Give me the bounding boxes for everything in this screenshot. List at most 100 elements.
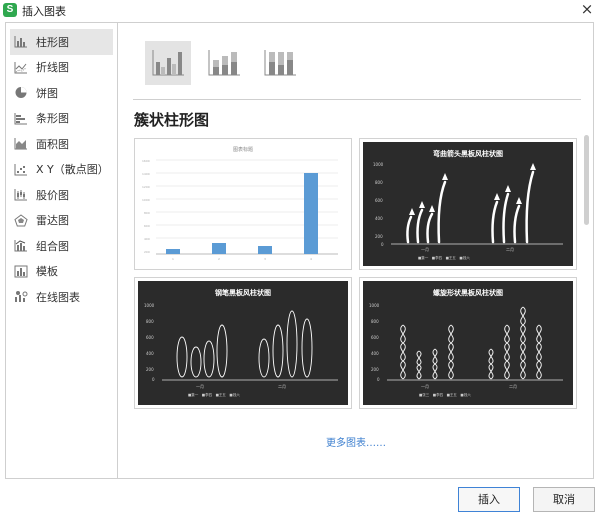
sidebar-item-line[interactable]: 折线图 — [10, 55, 113, 81]
svg-text:200: 200 — [146, 367, 154, 372]
sidebar-item-label: 股价图 — [36, 188, 69, 202]
sidebar-item-label: 条形图 — [36, 112, 69, 126]
svg-text:800: 800 — [371, 319, 379, 324]
svg-text:一月: 一月 — [421, 247, 429, 252]
title-bar: S 插入图表 × — [0, 0, 600, 20]
svg-text:600: 600 — [371, 335, 379, 340]
stacked-column-icon — [208, 50, 240, 76]
sidebar-item-label: 饼图 — [36, 86, 58, 100]
svg-text:200: 200 — [375, 234, 383, 239]
percent-stacked-column-icon — [264, 50, 296, 76]
svg-text:■集一 ■李四 ■王五 ■钱六: ■集一 ■李四 ■王五 ■钱六 — [418, 255, 470, 260]
svg-text:200: 200 — [371, 367, 379, 372]
wps-spreadsheet-icon: S — [3, 3, 17, 17]
sidebar-item-label: 面积图 — [36, 137, 69, 151]
pie-chart-icon — [15, 87, 27, 98]
svg-text:二月: 二月 — [278, 384, 286, 389]
chart-template-curved-arrow[interactable]: 弯曲箭头黑板风柱状图 1000 800 600 400 200 0 一月 二月 ■集一 ■李… — [359, 138, 577, 270]
column-chart-icon — [14, 36, 27, 48]
svg-text:400: 400 — [144, 237, 150, 241]
sidebar-item-label: 折线图 — [36, 61, 69, 75]
stock-chart-icon — [14, 189, 27, 201]
svg-text:400: 400 — [146, 351, 154, 356]
close-button[interactable]: × — [576, 0, 598, 20]
svg-text:1000: 1000 — [369, 303, 380, 308]
chart-template-spiral[interactable]: 螺旋形状黑板风柱状图 10008006004002000 一月二月 — [359, 277, 577, 409]
sidebar-item-radar[interactable]: 雷达图 — [10, 208, 113, 234]
svg-text:1000: 1000 — [144, 303, 155, 308]
chart-type-sidebar: 柱形图 折线图 饼图 条形图 面积图 X Y（散点图） 股价图 雷达图 组合图 … — [6, 23, 118, 478]
svg-text:1400: 1400 — [142, 172, 150, 176]
sidebar-item-template[interactable]: 模板 — [10, 259, 113, 285]
svg-text:600: 600 — [144, 224, 150, 228]
thumbnail-preview: 1000 800 600 400 200 0 一月 二月 ■集一 ■李四 ■王五 ■钱六 — [144, 303, 338, 397]
clustered-column-icon — [152, 50, 184, 76]
thumbnail-canvas: 弯曲箭头黑板风柱状图 1000 800 600 400 200 0 一月 二月 ■集一 ■李… — [363, 142, 573, 266]
sidebar-item-label: 在线图表 — [36, 290, 80, 304]
gallery-scrollbar[interactable] — [584, 135, 589, 225]
combo-chart-icon — [14, 240, 27, 252]
chart-template-plain[interactable]: 图表标题 1600140012001000 800600400200 — [134, 138, 352, 270]
svg-text:一月: 一月 — [421, 384, 429, 389]
chart-gallery: 簇状柱形图 图表标题 1600 1400 1200 1000 800 600 400 200 — [119, 23, 593, 478]
sidebar-item-pie[interactable]: 饼图 — [10, 80, 113, 106]
template-icon — [14, 265, 28, 277]
svg-text:600: 600 — [375, 198, 383, 203]
svg-text:0: 0 — [152, 377, 155, 382]
svg-text:■张三 ■李四 ■王五 ■钱六: ■张三 ■李四 ■王五 ■钱六 — [419, 392, 471, 397]
radar-chart-icon — [14, 213, 28, 226]
svg-text:3: 3 — [264, 257, 266, 261]
divider — [133, 99, 581, 100]
sidebar-item-stock[interactable]: 股价图 — [10, 182, 113, 208]
svg-text:1000: 1000 — [373, 162, 384, 167]
svg-text:2: 2 — [218, 257, 220, 261]
sidebar-item-label: 柱形图 — [36, 35, 69, 49]
sidebar-item-online[interactable]: 在线图表 — [10, 284, 113, 310]
sidebar-item-label: 模板 — [36, 265, 58, 279]
svg-text:1: 1 — [172, 257, 174, 261]
subtype-percent-stacked-column[interactable] — [257, 41, 303, 85]
svg-text:400: 400 — [375, 216, 383, 221]
thumbnail-preview: 1000 800 600 400 200 0 一月 二月 ■张三 ■李四 ■王五 ■钱六 — [369, 303, 563, 397]
svg-text:1000: 1000 — [142, 198, 150, 202]
svg-text:1600: 1600 — [142, 159, 150, 163]
sidebar-item-column[interactable]: 柱形图 — [10, 29, 113, 55]
thumbnail-canvas: 螺旋形状黑板风柱状图 10008006004002000 一月二月 — [363, 281, 573, 405]
sidebar-item-bar[interactable]: 条形图 — [10, 106, 113, 132]
svg-text:400: 400 — [371, 351, 379, 356]
dialog-body: 柱形图 折线图 饼图 条形图 面积图 X Y（散点图） 股价图 雷达图 组合图 … — [5, 22, 594, 479]
svg-text:二月: 二月 — [509, 384, 517, 389]
dialog-title: 插入图表 — [22, 5, 66, 18]
svg-text:200: 200 — [144, 250, 150, 254]
insert-button[interactable]: 插入 — [458, 487, 520, 512]
thumbnail-canvas: 图表标题 1600140012001000 800600400200 — [138, 142, 348, 266]
sidebar-item-combo[interactable]: 组合图 — [10, 233, 113, 259]
line-chart-icon — [14, 61, 27, 73]
svg-text:800: 800 — [146, 319, 154, 324]
svg-text:0: 0 — [381, 242, 384, 247]
bar-chart-icon — [14, 112, 27, 124]
thumbnail-preview: 1000 800 600 400 200 0 一月 二月 ■集一 ■李四 ■王五 ■钱六 — [373, 162, 563, 260]
chart-template-pen[interactable]: 钢笔黑板风柱状图 1000 800 600 400 200 0 一月 二月 ■集一 ■李四 … — [134, 277, 352, 409]
area-chart-icon — [14, 138, 27, 150]
svg-text:1200: 1200 — [142, 185, 150, 189]
more-charts-link[interactable]: 更多图表…… — [119, 434, 593, 449]
thumbnail-preview: 1600 1400 1200 1000 800 600 400 200 1 2 3 4 — [142, 159, 338, 261]
sidebar-item-label: 雷达图 — [36, 214, 69, 228]
sidebar-item-scatter[interactable]: X Y（散点图） — [10, 157, 113, 183]
subtype-stacked-column[interactable] — [201, 41, 247, 85]
thumbnail-canvas: 钢笔黑板风柱状图 1000 800 600 400 200 0 一月 二月 ■集一 ■李四 … — [138, 281, 348, 405]
cancel-button[interactable]: 取消 — [533, 487, 595, 512]
svg-text:600: 600 — [146, 335, 154, 340]
section-title: 簇状柱形图 — [134, 111, 210, 129]
scatter-chart-icon — [14, 163, 27, 175]
sidebar-item-label: X Y（散点图） — [36, 163, 109, 177]
svg-text:一月: 一月 — [196, 384, 204, 389]
svg-text:0: 0 — [377, 377, 380, 382]
online-chart-icon — [15, 291, 28, 302]
sidebar-item-area[interactable]: 面积图 — [10, 131, 113, 157]
svg-text:4: 4 — [310, 257, 312, 261]
subtype-clustered-column[interactable] — [145, 41, 191, 85]
svg-text:■集一 ■李四 ■王五 ■钱六: ■集一 ■李四 ■王五 ■钱六 — [188, 392, 240, 397]
svg-text:800: 800 — [375, 180, 383, 185]
